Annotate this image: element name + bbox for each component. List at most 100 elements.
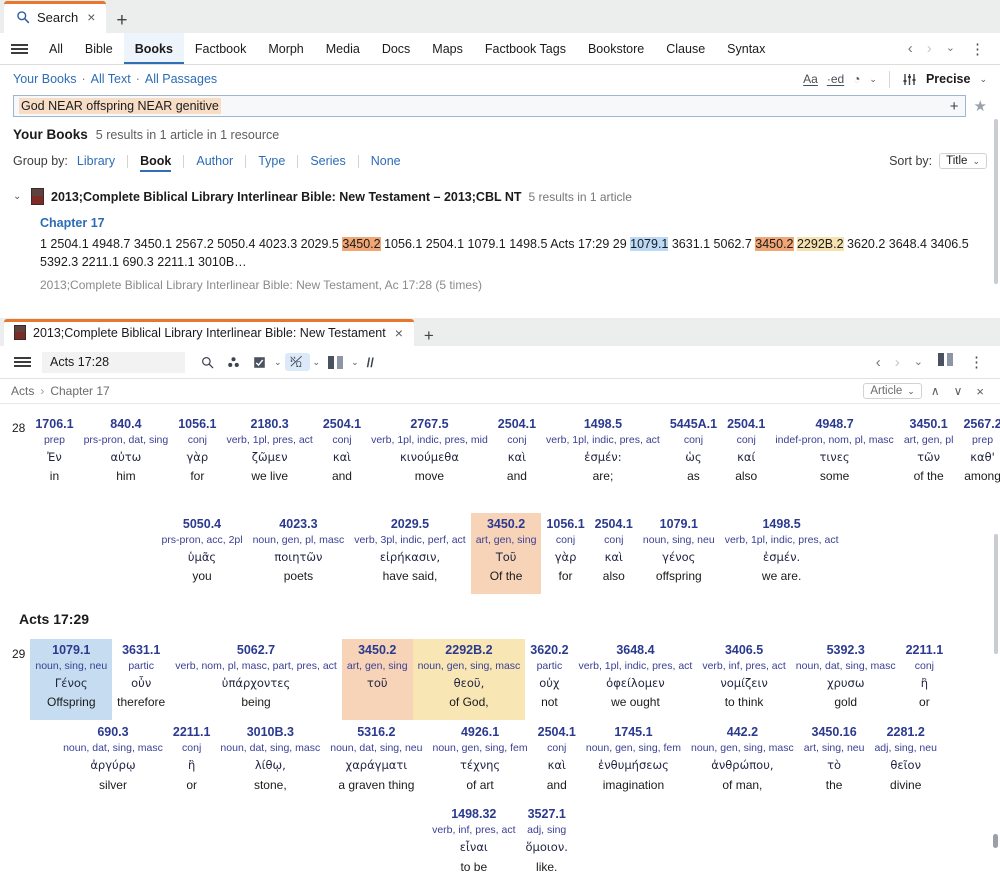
interlinear-word[interactable]: 1498.5 verb, 1pl, indic, pres, act ἐσμέν: a…	[541, 413, 665, 494]
word-morphology[interactable]: noun, gen, pl, masc	[253, 533, 345, 549]
word-greek[interactable]: ἐνθυμήσεως	[586, 757, 681, 774]
interlinear-word[interactable]: 5316.2 noun, dat, sing, neu χαράγματι a gra…	[325, 721, 427, 802]
word-strongs-number[interactable]: 3620.2	[530, 642, 568, 659]
word-greek[interactable]: ἢ	[173, 757, 211, 774]
interlinear-word[interactable]: 442.2 noun, gen, sing, masc ἀνθρώπου, of ma…	[686, 721, 799, 802]
word-strongs-number[interactable]: 1498.32	[432, 806, 515, 823]
word-strongs-number[interactable]: 1706.1	[35, 416, 73, 433]
interlinear-word[interactable]: 3450.2 art, gen, sing Τοῦ Of the	[470, 513, 542, 595]
word-greek[interactable]: γὰρ	[178, 449, 216, 466]
word-morphology[interactable]: noun, gen, sing, fem	[432, 741, 527, 757]
find-next-button[interactable]: ∨	[949, 384, 968, 398]
word-gloss[interactable]: and	[498, 465, 536, 488]
chevron-down-icon[interactable]: ⌄	[979, 74, 987, 85]
word-strongs-number[interactable]: 5445A.1	[670, 416, 717, 433]
word-greek[interactable]: καὶ	[595, 549, 633, 566]
nav-kebab-menu[interactable]: ⋮	[963, 40, 992, 58]
interlinear-word[interactable]: 3406.5 verb, inf, pres, act νομίζειν to thi…	[697, 639, 790, 720]
word-morphology[interactable]: adj, sing, neu	[874, 741, 936, 757]
interlinear-word[interactable]: 3631.1 partic οὖν therefore	[112, 639, 170, 720]
word-morphology[interactable]: art, gen, sing	[347, 659, 408, 675]
word-greek[interactable]: ἐσμέν:	[546, 449, 660, 466]
parallel-resources-icon[interactable]	[222, 354, 245, 371]
word-morphology[interactable]: prs-pron, acc, 2pl	[161, 533, 242, 549]
result-chapter-link[interactable]: Chapter 17	[40, 216, 987, 230]
reference-input[interactable]: Acts 17:28	[42, 351, 185, 373]
word-gloss[interactable]: him	[84, 465, 169, 488]
interlinear-word[interactable]: 3010B.3 noun, dat, sing, masc λίθῳ, stone,	[215, 721, 325, 802]
breadcrumb-all-passages[interactable]: All Passages	[145, 72, 217, 86]
word-greek[interactable]: οὐχ	[530, 675, 568, 692]
interlinear-word[interactable]: 3527.1 adj, sing ὅμοιον. like.	[521, 803, 573, 884]
word-gloss[interactable]: of the	[904, 465, 954, 488]
word-greek[interactable]: ὑμᾶς	[161, 549, 242, 566]
word-morphology[interactable]: verb, 1pl, indic, pres, mid	[371, 433, 488, 449]
word-strongs-number[interactable]: 2292B.2	[418, 642, 521, 659]
word-morphology[interactable]: conj	[546, 533, 584, 549]
interlinear-word[interactable]: 4948.7 indef-pron, nom, pl, masc τινες some	[770, 413, 898, 494]
word-gloss[interactable]: the	[804, 774, 865, 797]
word-morphology[interactable]: verb, 1pl, indic, pres, act	[579, 659, 693, 675]
word-gloss[interactable]: therefore	[117, 691, 165, 714]
word-strongs-number[interactable]: 1079.1	[35, 642, 107, 659]
word-morphology[interactable]: conj	[173, 741, 211, 757]
word-gloss[interactable]: poets	[253, 565, 345, 588]
word-greek[interactable]: τινες	[775, 449, 893, 466]
interlinear-word[interactable]: 3648.4 verb, 1pl, indic, pres, act ὀφείλομ…	[574, 639, 698, 720]
word-gloss[interactable]: Offspring	[35, 691, 107, 714]
interlinear-word[interactable]: 2767.5 verb, 1pl, indic, pres, mid κινούμε…	[366, 413, 493, 494]
chevron-down-icon[interactable]: ⌄	[13, 191, 24, 202]
resource-tab[interactable]: 2013;Complete Biblical Library Interline…	[4, 319, 414, 346]
nav-item-clause[interactable]: Clause	[655, 33, 716, 64]
word-gloss[interactable]	[347, 691, 408, 714]
group-by-series[interactable]: Series	[298, 154, 357, 168]
word-strongs-number[interactable]: 2504.1	[727, 416, 765, 433]
breadcrumb-book[interactable]: Acts	[11, 384, 34, 398]
resource-kebab-menu[interactable]: ⋮	[962, 353, 991, 371]
word-strongs-number[interactable]: 1498.5	[725, 516, 839, 533]
word-morphology[interactable]: noun, gen, sing, fem	[586, 741, 681, 757]
word-gloss[interactable]: or	[906, 691, 944, 714]
word-morphology[interactable]: noun, dat, sing, masc	[220, 741, 320, 757]
word-morphology[interactable]: conj	[595, 533, 633, 549]
word-strongs-number[interactable]: 2211.1	[173, 724, 211, 741]
nav-item-media[interactable]: Media	[315, 33, 371, 64]
interlinear-word[interactable]: 2211.1 conj ἢ or	[901, 639, 949, 720]
interlinear-word[interactable]: 1056.1 conj γὰρ for	[541, 513, 589, 594]
word-strongs-number[interactable]: 3010B.3	[220, 724, 320, 741]
interlinear-word[interactable]: 2504.1 conj καί also	[722, 413, 770, 494]
word-gloss[interactable]: stone,	[220, 774, 320, 797]
word-greek[interactable]: ἀνθρώπου,	[691, 757, 794, 774]
nav-back-button[interactable]: ‹	[902, 41, 919, 56]
word-strongs-number[interactable]: 3450.1	[904, 416, 954, 433]
word-greek[interactable]: χρυσω	[796, 675, 896, 692]
visual-filters-icon[interactable]	[248, 354, 271, 371]
word-gloss[interactable]: offspring	[643, 565, 715, 588]
interlinear-word[interactable]: 2504.1 conj καὶ and	[318, 413, 366, 494]
word-gloss[interactable]: also	[595, 565, 633, 588]
word-gloss[interactable]: to be	[432, 856, 515, 879]
nav-item-bible[interactable]: Bible	[74, 33, 124, 64]
word-greek[interactable]: ὑπάρχοντες	[175, 675, 337, 692]
word-greek[interactable]: γένος	[643, 549, 715, 566]
word-greek[interactable]: λίθῳ,	[220, 757, 320, 774]
resource-back-button[interactable]: ‹	[870, 355, 887, 370]
word-greek[interactable]: ἢ	[906, 675, 944, 692]
breadcrumb-all-text[interactable]: All Text	[91, 72, 131, 86]
search-icon[interactable]	[196, 354, 219, 371]
word-strongs-number[interactable]: 4023.3	[253, 516, 345, 533]
word-greek[interactable]: νομίζειν	[702, 675, 785, 692]
chevron-down-icon[interactable]: ⌄	[274, 357, 282, 368]
word-gloss[interactable]: a graven thing	[330, 774, 422, 797]
chevron-down-icon[interactable]: ⌄	[869, 74, 877, 85]
word-greek[interactable]: χαράγματι	[330, 757, 422, 774]
word-gloss[interactable]: and	[323, 465, 361, 488]
word-greek[interactable]: αὐτω	[84, 449, 169, 466]
word-gloss[interactable]: and	[538, 774, 576, 797]
interlinear-word[interactable]: 5062.7 verb, nom, pl, masc, part, pres, a…	[170, 639, 342, 720]
chevron-down-icon[interactable]: ⌄	[940, 43, 961, 54]
match-precision-selector[interactable]: Precise	[926, 72, 970, 86]
word-greek[interactable]: καὶ	[323, 449, 361, 466]
word-greek[interactable]: καθ'	[963, 449, 1000, 466]
resource-hamburger-icon[interactable]	[9, 355, 35, 369]
